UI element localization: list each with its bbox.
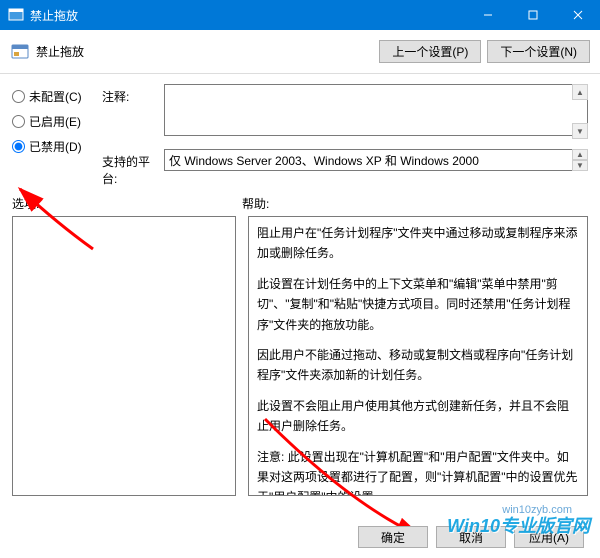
toolbar-title: 禁止拖放 [36,43,373,60]
help-text: 此设置不会阻止用户使用其他方式创建新任务，并且不会阻止用户删除任务。 [257,396,579,437]
prev-setting-button[interactable]: 上一个设置(P) [379,40,481,63]
dialog-buttons: 确定 取消 应用(A) [358,526,584,548]
scroll-down-icon[interactable]: ▼ [572,123,588,139]
config-radios: 未配置(C) 已启用(E) 已禁用(D) [12,84,102,163]
comment-input[interactable] [164,84,588,136]
close-button[interactable] [555,0,600,30]
titlebar: 禁止拖放 [0,0,600,30]
help-pane[interactable]: 阻止用户在"任务计划程序"文件夹中通过移动或复制程序来添加或删除任务。 此设置在… [248,216,588,496]
apply-button[interactable]: 应用(A) [514,526,584,548]
window-icon [8,7,24,23]
next-setting-button[interactable]: 下一个设置(N) [487,40,590,63]
minimize-button[interactable] [465,0,510,30]
window-title: 禁止拖放 [30,7,465,24]
radio-enabled[interactable]: 已启用(E) [12,113,102,130]
toolbar: 禁止拖放 上一个设置(P) 下一个设置(N) [0,30,600,74]
maximize-button[interactable] [510,0,555,30]
help-text: 注意: 此设置出现在"计算机配置"和"用户配置"文件夹中。如果对这两项设置都进行… [257,447,579,496]
window-controls [465,0,600,30]
help-text: 因此用户不能通过拖动、移动或复制文档或程序向"任务计划程序"文件夹添加新的计划任… [257,345,579,386]
platform-label: 支持的平台: [102,149,164,187]
comment-label: 注释: [102,84,164,105]
ok-button[interactable]: 确定 [358,526,428,548]
scroll-down-icon[interactable]: ▼ [572,160,588,171]
radio-not-configured[interactable]: 未配置(C) [12,88,102,105]
help-text: 阻止用户在"任务计划程序"文件夹中通过移动或复制程序来添加或删除任务。 [257,223,579,264]
platform-value: 仅 Windows Server 2003、Windows XP 和 Windo… [164,149,588,171]
body-area: 未配置(C) 已启用(E) 已禁用(D) 注释: ▲▼ 支持的平台: 仅 Win… [0,74,600,508]
scrollbar[interactable]: ▲▼ [572,149,588,171]
scroll-up-icon[interactable]: ▲ [572,84,588,100]
cancel-button[interactable]: 取消 [436,526,506,548]
options-pane [12,216,236,496]
options-label: 选项: [12,195,242,212]
scroll-up-icon[interactable]: ▲ [572,149,588,160]
help-text: 此设置在计划任务中的上下文菜单和"编辑"菜单中禁用"剪切"、"复制"和"粘贴"快… [257,274,579,335]
radio-disabled[interactable]: 已禁用(D) [12,138,102,155]
scrollbar[interactable]: ▲▼ [572,84,588,139]
policy-icon [10,42,30,62]
help-label: 帮助: [242,195,588,212]
